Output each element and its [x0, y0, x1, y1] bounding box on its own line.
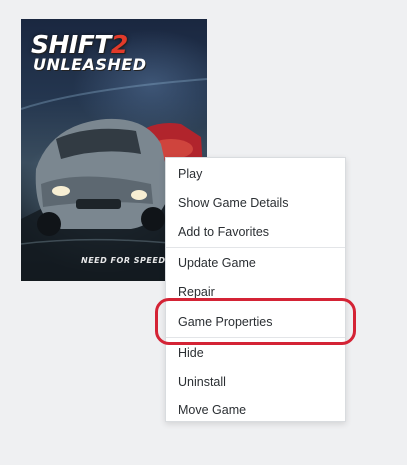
game-context-menu: Play Show Game Details Add to Favorites … [165, 157, 346, 422]
need-for-speed-logo: NEED FOR SPEED [81, 256, 166, 265]
menu-item-hide[interactable]: Hide [178, 345, 204, 361]
menu-item-repair[interactable]: Repair [178, 284, 215, 300]
menu-item-add-to-favorites[interactable]: Add to Favorites [178, 224, 269, 240]
menu-separator [166, 337, 345, 338]
menu-item-update-game[interactable]: Update Game [178, 255, 256, 271]
menu-item-uninstall[interactable]: Uninstall [178, 374, 226, 390]
menu-item-move-game[interactable]: Move Game [178, 402, 246, 418]
menu-item-play[interactable]: Play [178, 166, 202, 182]
menu-item-game-properties[interactable]: Game Properties [178, 314, 272, 330]
cover-subtitle: UNLEASHED [33, 55, 147, 74]
cover-title: SHIFT2 [31, 32, 128, 57]
game-library-view: SHIFT2 UNLEASHED NEED FOR SPEED Play Sho… [0, 0, 407, 465]
menu-separator [166, 247, 345, 248]
menu-item-show-game-details[interactable]: Show Game Details [178, 195, 288, 211]
